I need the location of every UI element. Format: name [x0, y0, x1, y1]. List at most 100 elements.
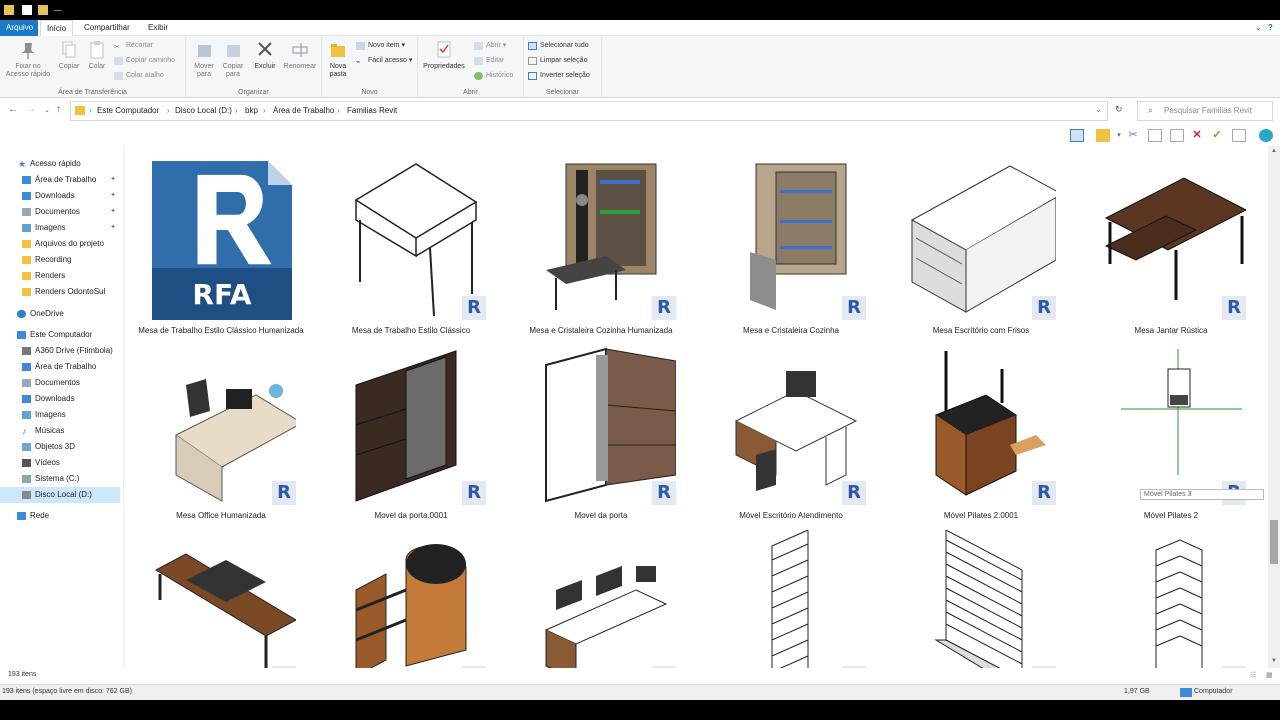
checkmark-icon[interactable]: ✓	[1210, 129, 1224, 142]
nav-label: A360 Drive (Ftimbola)	[35, 346, 113, 355]
easy-access-button[interactable]: ⌁ Fácil acesso ▾	[356, 55, 412, 67]
search-input[interactable]: ⌕ Pesquisar Familias Revit	[1137, 101, 1273, 121]
file-tile[interactable]: R	[706, 529, 876, 668]
chevron-down-icon[interactable]: ▾	[1112, 129, 1126, 142]
breadcrumb-item[interactable]: Familias Revit	[347, 106, 397, 115]
scrollbar-thumb[interactable]	[1270, 520, 1278, 564]
vertical-scrollbar[interactable]: ▲ ▼	[1268, 146, 1280, 668]
file-tile[interactable]: R	[136, 530, 306, 668]
file-tile[interactable]: R Mesa e Cristaleira Cozinha	[706, 160, 876, 350]
invert-selection-button[interactable]: Inverter seleção	[528, 70, 590, 82]
nav-pc-item[interactable]: Sistema (C:)	[0, 471, 120, 487]
scroll-up-icon[interactable]: ▲	[1271, 148, 1277, 154]
nav-quick-item[interactable]: Arquivos do projeto	[0, 236, 120, 252]
nav-pc-item[interactable]: Área de Trabalho	[0, 359, 120, 375]
paste-shortcut-button[interactable]: Colar atalho	[114, 70, 164, 82]
nav-quick-item[interactable]: Recording	[0, 252, 120, 268]
properties-button[interactable]: Propriedades	[422, 40, 466, 71]
new-item-button[interactable]: Novo item ▾	[356, 40, 405, 52]
nav-quick-item[interactable]: Downloads ✦	[0, 188, 120, 204]
rename-icon[interactable]	[1232, 129, 1246, 142]
paste-button[interactable]: Colar	[84, 40, 110, 71]
history-button[interactable]: Histórico	[474, 70, 513, 82]
file-tile[interactable]: R Mesa Jantar Rústica	[1086, 160, 1256, 350]
nav-onedrive[interactable]: OneDrive	[0, 306, 120, 322]
tab-share[interactable]: Compartilhar	[78, 20, 136, 36]
large-icons-view-icon[interactable]: ▦	[1266, 671, 1273, 679]
file-tile[interactable]: R Mesa de Trabalho Estilo Clássico	[326, 160, 496, 350]
file-tile[interactable]: R Mesa Office Humanizada	[136, 345, 306, 535]
refresh-icon[interactable]: ↻	[1115, 104, 1123, 115]
globe-icon[interactable]	[1259, 129, 1273, 142]
details-view-icon[interactable]: ☷	[1250, 671, 1256, 679]
breadcrumb-item[interactable]: Área de Trabalho	[273, 106, 334, 115]
delete-icon[interactable]: ✕	[1190, 129, 1204, 142]
nav-pc-item[interactable]: Vídeos	[0, 455, 120, 471]
address-dropdown-icon[interactable]: ⌄	[1095, 105, 1102, 114]
file-tile[interactable]: R Móvel Pilates 2.0001	[896, 345, 1066, 535]
nav-pc-item[interactable]: Imagens	[0, 407, 120, 423]
nav-quick-item[interactable]: Renders OdontoSul	[0, 284, 120, 300]
cut-icon[interactable]: ✂	[1126, 129, 1140, 142]
expand-ribbon-icon[interactable]: ⌄	[1255, 23, 1262, 32]
select-all-button[interactable]: Selecionar tudo	[528, 40, 589, 52]
copy-path-button[interactable]: Copiar caminho	[114, 55, 175, 67]
open-button[interactable]: Abrir ▾	[474, 40, 506, 52]
tab-file[interactable]: Arquivo	[0, 20, 38, 36]
cut-button[interactable]: ✂ Recortar	[114, 40, 153, 52]
folder-view-icon[interactable]	[1096, 129, 1110, 142]
nav-pc-item[interactable]: Objetos 3D	[0, 439, 120, 455]
nav-this-pc[interactable]: Este Computador	[0, 327, 120, 343]
file-tile[interactable]: R Mesa Escritório com Frisos	[896, 160, 1066, 350]
file-tile[interactable]: RFA Mesa de Trabalho Estilo Clássico Hum…	[136, 160, 306, 350]
copy-button[interactable]: Copiar	[56, 40, 82, 71]
new-folder-button[interactable]: Nova pasta	[326, 40, 350, 79]
customize-toolbar-icon[interactable]	[54, 5, 62, 11]
tab-home[interactable]: Início	[40, 20, 74, 37]
nav-pc-item[interactable]: Downloads	[0, 391, 120, 407]
copy-icon[interactable]	[1148, 129, 1162, 142]
help-icon[interactable]: ?	[1268, 23, 1273, 32]
nav-quick-item[interactable]: Área de Trabalho ✦	[0, 172, 120, 188]
breadcrumb-item[interactable]: bkp	[245, 106, 258, 115]
file-tile[interactable]: R Movel da porta	[516, 345, 686, 535]
copy-to-button[interactable]: Copiar para	[218, 40, 248, 79]
move-to-button[interactable]: Mover para	[190, 40, 218, 79]
properties-icon[interactable]	[22, 5, 32, 15]
nav-quick-item[interactable]: Imagens ✦	[0, 220, 120, 236]
paste-icon[interactable]	[1170, 129, 1184, 142]
breadcrumb-item[interactable]: Disco Local (D:)	[175, 106, 232, 115]
new-folder-icon[interactable]	[38, 5, 48, 15]
delete-button[interactable]: Excluir	[250, 40, 280, 71]
file-tile[interactable]: R	[326, 530, 496, 668]
file-tile[interactable]: R	[516, 530, 686, 668]
nav-network[interactable]: Rede	[0, 508, 120, 524]
nav-pc-item-selected[interactable]: Disco Local (D:)	[0, 487, 120, 503]
nav-pc-item[interactable]: A360 Drive (Ftimbola)	[0, 343, 120, 359]
file-tile[interactable]: R	[896, 529, 1066, 668]
nav-quick-access[interactable]: ★ Acesso rápido	[0, 156, 120, 172]
file-tile[interactable]: R Móvel Pilates 3 Móvel Pilates 2	[1086, 345, 1264, 535]
nav-quick-item[interactable]: Renders	[0, 268, 120, 284]
tab-view[interactable]: Exibir	[142, 20, 174, 36]
file-tile[interactable]: R Mesa e Cristaleira Cozinha Humanizada	[516, 160, 686, 350]
nav-pc-item[interactable]: Documentos	[0, 375, 120, 391]
file-name: Mesa Office Humanizada	[176, 511, 266, 520]
recent-locations-icon[interactable]: ⌄	[44, 106, 50, 114]
file-tile[interactable]: R	[1086, 530, 1256, 668]
forward-arrow-icon[interactable]: →	[26, 104, 36, 115]
nav-quick-item[interactable]: Documentos ✦	[0, 204, 120, 220]
file-tile[interactable]: R Movel da porta.0001	[326, 345, 496, 535]
breadcrumb-item[interactable]: Este Computador	[97, 106, 159, 115]
nav-pc-item[interactable]: ♪ Músicas	[0, 423, 120, 439]
scroll-down-icon[interactable]: ▼	[1271, 658, 1277, 664]
up-arrow-icon[interactable]: ↑	[56, 104, 61, 115]
preview-pane-icon[interactable]	[1070, 129, 1084, 142]
edit-button[interactable]: Editar	[474, 55, 504, 67]
rename-button[interactable]: Renomear	[280, 40, 320, 71]
select-none-button[interactable]: Limpar seleção	[528, 55, 587, 67]
pin-quick-access-button[interactable]: Fixar no Acesso rápido	[2, 40, 54, 79]
address-bar[interactable]: › Este Computador › Disco Local (D:) › b…	[70, 101, 1108, 121]
file-tile[interactable]: R Móvel Escritório Atendimento	[706, 345, 876, 535]
back-arrow-icon[interactable]: ←	[8, 104, 18, 115]
